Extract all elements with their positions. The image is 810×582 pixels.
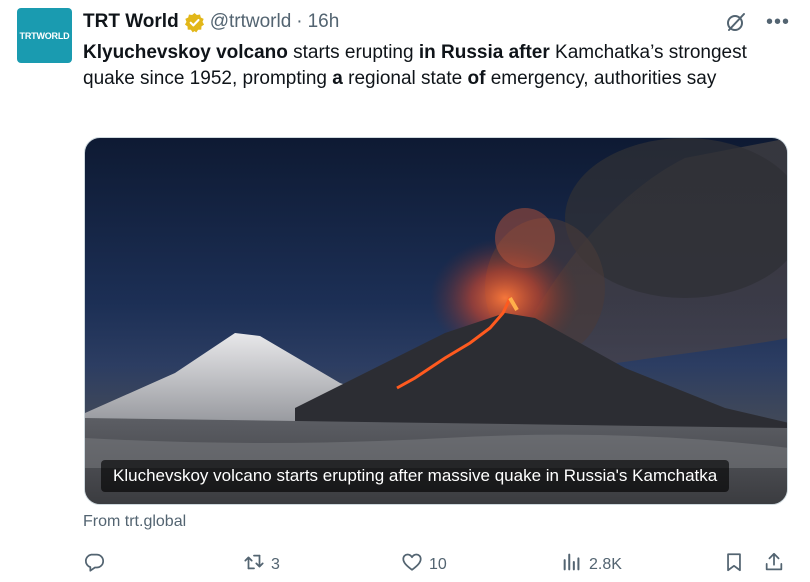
link-card-image[interactable]: Kluchevskoy volcano starts erupting afte… <box>84 137 788 505</box>
like-button[interactable]: 10 <box>401 551 447 578</box>
heart-icon <box>401 551 423 578</box>
grok-icon[interactable] <box>724 10 748 34</box>
views-button[interactable]: 2.8K <box>561 551 622 578</box>
author-handle[interactable]: @trtworld <box>210 11 292 33</box>
avatar-logo-text: TRTWORLD <box>19 30 70 41</box>
views-icon <box>561 551 583 578</box>
more-options-icon[interactable]: ••• <box>766 12 790 32</box>
avatar[interactable]: TRTWORLD <box>17 8 72 63</box>
retweet-button[interactable]: 3 <box>243 551 280 578</box>
reply-icon <box>83 551 105 578</box>
link-source[interactable]: From trt.global <box>83 513 186 531</box>
bookmark-button[interactable] <box>723 551 745 578</box>
tweet-text-segment: regional state <box>342 68 468 89</box>
retweet-icon <box>243 551 265 578</box>
tweet-text: Klyuchevskoy volcano starts erupting in … <box>83 40 783 92</box>
bookmark-icon <box>723 551 745 578</box>
tweet-top-actions: ••• <box>724 10 790 34</box>
tweet-text-segment: in Russia after <box>418 42 550 63</box>
share-icon <box>763 551 785 578</box>
volcano-photo <box>85 138 787 504</box>
author-name[interactable]: TRT World <box>83 11 179 33</box>
tweet-text-segment: starts erupting <box>287 42 419 63</box>
tweet-text-segment: Klyuchevskoy volcano <box>83 42 288 63</box>
share-button[interactable] <box>763 551 785 578</box>
reply-button[interactable] <box>83 551 111 578</box>
tweet-header: TRT World @trtworld · 16h <box>83 10 339 34</box>
separator-dot: · <box>296 11 303 32</box>
like-count: 10 <box>429 555 447 573</box>
tweet-text-segment: of <box>467 68 486 89</box>
views-count: 2.8K <box>589 555 622 573</box>
tweet-timestamp[interactable]: 16h <box>308 11 340 33</box>
verified-badge-icon[interactable] <box>184 12 205 33</box>
tweet-text-segment: emergency, authorities say <box>485 68 717 89</box>
link-card-caption: Kluchevskoy volcano starts erupting afte… <box>101 460 730 492</box>
retweet-count: 3 <box>271 555 280 573</box>
tweet-text-segment: a <box>332 68 343 89</box>
tweet-action-bar: 3 10 2.8K <box>83 551 793 577</box>
